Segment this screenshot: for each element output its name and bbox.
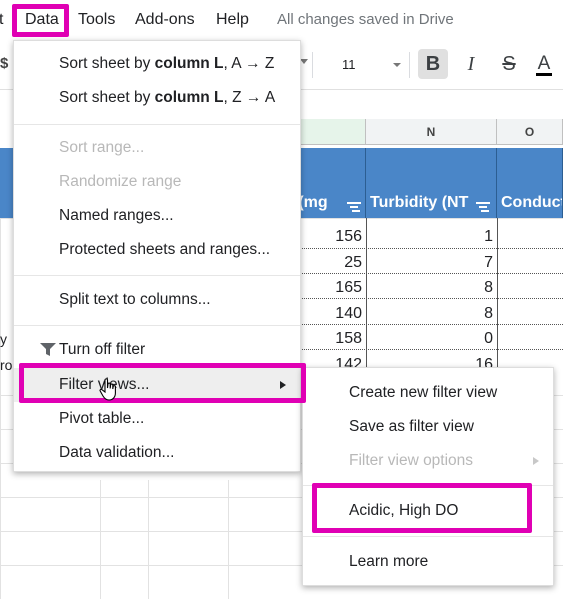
menu-item-turn-off-filter[interactable]: Turn off filter — [14, 333, 300, 367]
menu-divider — [14, 325, 300, 326]
save-status: All changes saved in Drive — [277, 11, 454, 28]
cell-n-value[interactable]: 8 — [420, 305, 493, 323]
menu-item-create-filter-view[interactable]: Create new filter view — [303, 376, 553, 410]
chevron-down-icon[interactable] — [300, 59, 308, 64]
toolbar-divider — [409, 52, 410, 78]
filter-icon[interactable] — [347, 202, 361, 212]
menu-item-split-text[interactable]: Split text to columns... — [14, 283, 300, 317]
menu-item-pivot-table[interactable]: Pivot table... — [14, 402, 300, 436]
hand-cursor-icon — [99, 378, 116, 401]
menu-item-sort-sheet-a-z[interactable]: Sort sheet by column L, A → Z — [14, 47, 300, 81]
cell-n-value[interactable]: 0 — [420, 330, 493, 348]
grid-line — [366, 218, 367, 375]
submenu-arrow-icon — [533, 457, 539, 465]
column-header-n[interactable]: N — [366, 119, 497, 145]
menu-item-sort-range: Sort range... — [59, 139, 145, 156]
menu-add-ons[interactable]: Add-ons — [135, 11, 195, 29]
menu-item-acidic-high-do[interactable]: Acidic, High DO — [303, 494, 553, 528]
cell-m-value[interactable]: 25 — [300, 254, 362, 272]
menu-data[interactable]: Data — [25, 11, 59, 29]
menu-item-filter-views[interactable]: Filter views... — [14, 368, 300, 402]
menu-divider — [303, 536, 553, 537]
header-cell-o[interactable]: Conduct — [497, 148, 563, 218]
menu-item-label: Filter view options — [349, 452, 474, 469]
cell-m-value[interactable]: 156 — [300, 228, 362, 246]
grid-line — [0, 218, 1, 599]
menu-item-learn-more[interactable]: Learn more — [303, 545, 553, 579]
menu-item-randomize-range: Randomize range — [59, 173, 182, 190]
menu-item-filter-view-options: Filter view options — [303, 444, 553, 478]
sort-label-suffix: , A → Z — [223, 55, 275, 72]
filter-funnel-icon — [40, 343, 56, 356]
cell-n-value[interactable]: 8 — [420, 279, 493, 297]
cell-label[interactable]: ro — [0, 357, 12, 373]
menu-tools[interactable]: Tools — [78, 11, 115, 29]
sort-column-name: column L — [154, 55, 224, 72]
cell-m-value[interactable]: 165 — [300, 279, 362, 297]
cell-n-value[interactable]: 7 — [420, 254, 493, 272]
menu-item-named-ranges[interactable]: Named ranges... — [14, 199, 300, 233]
menu-bar: t Data Tools Add-ons Help All changes sa… — [0, 0, 563, 40]
text-color-button[interactable]: A — [529, 49, 559, 79]
cell-n-value[interactable]: 1 — [420, 228, 493, 246]
bold-button[interactable]: B — [418, 49, 448, 79]
menu-item-sort-sheet-z-a[interactable]: Sort sheet by column L, Z → A — [14, 81, 300, 115]
toolbar-divider — [312, 52, 313, 78]
currency-format-button[interactable]: $ — [0, 55, 8, 72]
menu-file-partial[interactable]: t — [0, 11, 3, 29]
column-header-o[interactable]: O — [497, 119, 563, 145]
grid-line — [497, 218, 498, 375]
sort-label-prefix: Sort sheet by — [59, 89, 155, 106]
submenu-arrow-icon — [280, 381, 286, 389]
italic-button[interactable]: I — [456, 49, 486, 79]
menu-divider — [14, 275, 300, 276]
sort-column-name: column L — [154, 89, 224, 106]
menu-divider — [14, 124, 300, 125]
menu-item-protected-sheets[interactable]: Protected sheets and ranges... — [14, 233, 300, 267]
cell-m-value[interactable]: 158 — [300, 330, 362, 348]
filter-icon[interactable] — [476, 202, 490, 212]
sort-label-suffix: , Z → A — [223, 89, 276, 106]
menu-divider — [303, 485, 553, 486]
menu-item-label: Turn off filter — [59, 341, 146, 358]
filter-views-submenu: Create new filter view Save as filter vi… — [302, 367, 554, 586]
font-size-select[interactable]: 11 — [342, 57, 356, 72]
cell-m-value[interactable]: 140 — [300, 305, 362, 323]
strikethrough-button[interactable]: S — [494, 49, 524, 79]
cell-label[interactable]: y — [0, 331, 12, 347]
menu-item-data-validation[interactable]: Data validation... — [14, 436, 300, 470]
data-menu: Sort sheet by column L, A → Z Sort sheet… — [13, 40, 301, 472]
menu-help[interactable]: Help — [216, 11, 249, 29]
chevron-down-icon[interactable] — [393, 63, 401, 67]
sort-label-prefix: Sort sheet by — [59, 55, 155, 72]
menu-item-save-as-filter-view[interactable]: Save as filter view — [303, 410, 553, 444]
